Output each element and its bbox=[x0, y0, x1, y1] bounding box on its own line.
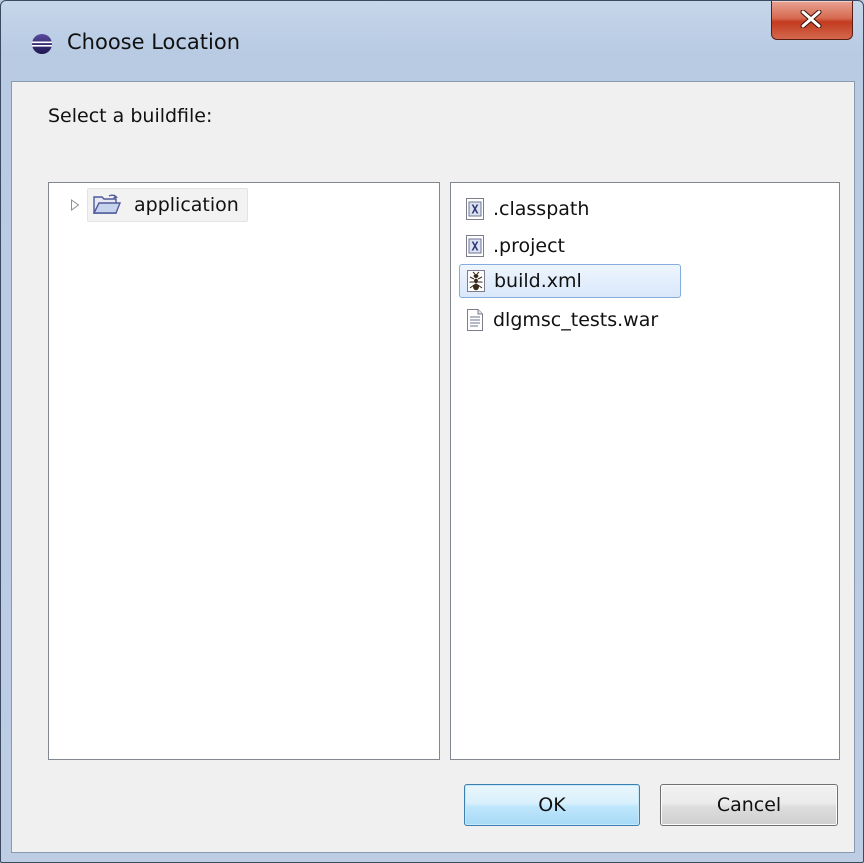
list-item-classpath[interactable]: X .classpath bbox=[459, 192, 593, 226]
ant-file-icon bbox=[467, 270, 485, 292]
dialog-title: Choose Location bbox=[67, 30, 241, 54]
file-list[interactable]: X .classpath X .project build.xml dlgmsc… bbox=[450, 182, 840, 760]
title-bar[interactable]: Choose Location bbox=[1, 1, 863, 81]
eclipse-icon bbox=[32, 34, 52, 54]
close-icon bbox=[800, 10, 822, 28]
tree-item-label: application bbox=[134, 194, 239, 216]
list-item-build-xml[interactable]: build.xml bbox=[459, 264, 681, 298]
folder-open-icon bbox=[92, 194, 122, 214]
prompt-label: Select a buildfile: bbox=[48, 105, 213, 127]
text-file-icon bbox=[467, 309, 483, 331]
folder-tree[interactable]: application bbox=[48, 182, 440, 760]
dialog-body: Select a buildfile: application X .class… bbox=[11, 81, 855, 853]
file-label: .classpath bbox=[493, 198, 590, 220]
cancel-button[interactable]: Cancel bbox=[660, 784, 838, 826]
ok-button[interactable]: OK bbox=[464, 784, 640, 826]
file-label: build.xml bbox=[494, 270, 582, 292]
file-label: .project bbox=[493, 235, 565, 257]
xml-file-icon: X bbox=[466, 235, 484, 257]
svg-text:X: X bbox=[471, 240, 479, 254]
close-button[interactable] bbox=[771, 1, 853, 40]
choose-location-dialog: Choose Location Select a buildfile: appl… bbox=[0, 0, 864, 863]
list-item-dlgmsc-tests-war[interactable]: dlgmsc_tests.war bbox=[459, 303, 662, 337]
list-item-project[interactable]: X .project bbox=[459, 229, 569, 263]
svg-text:X: X bbox=[471, 203, 479, 217]
expand-arrow-icon[interactable] bbox=[65, 195, 85, 215]
xml-file-icon: X bbox=[466, 198, 484, 220]
file-label: dlgmsc_tests.war bbox=[493, 309, 659, 331]
tree-item-application[interactable]: application bbox=[87, 188, 248, 222]
tree-row[interactable]: application bbox=[65, 188, 248, 222]
